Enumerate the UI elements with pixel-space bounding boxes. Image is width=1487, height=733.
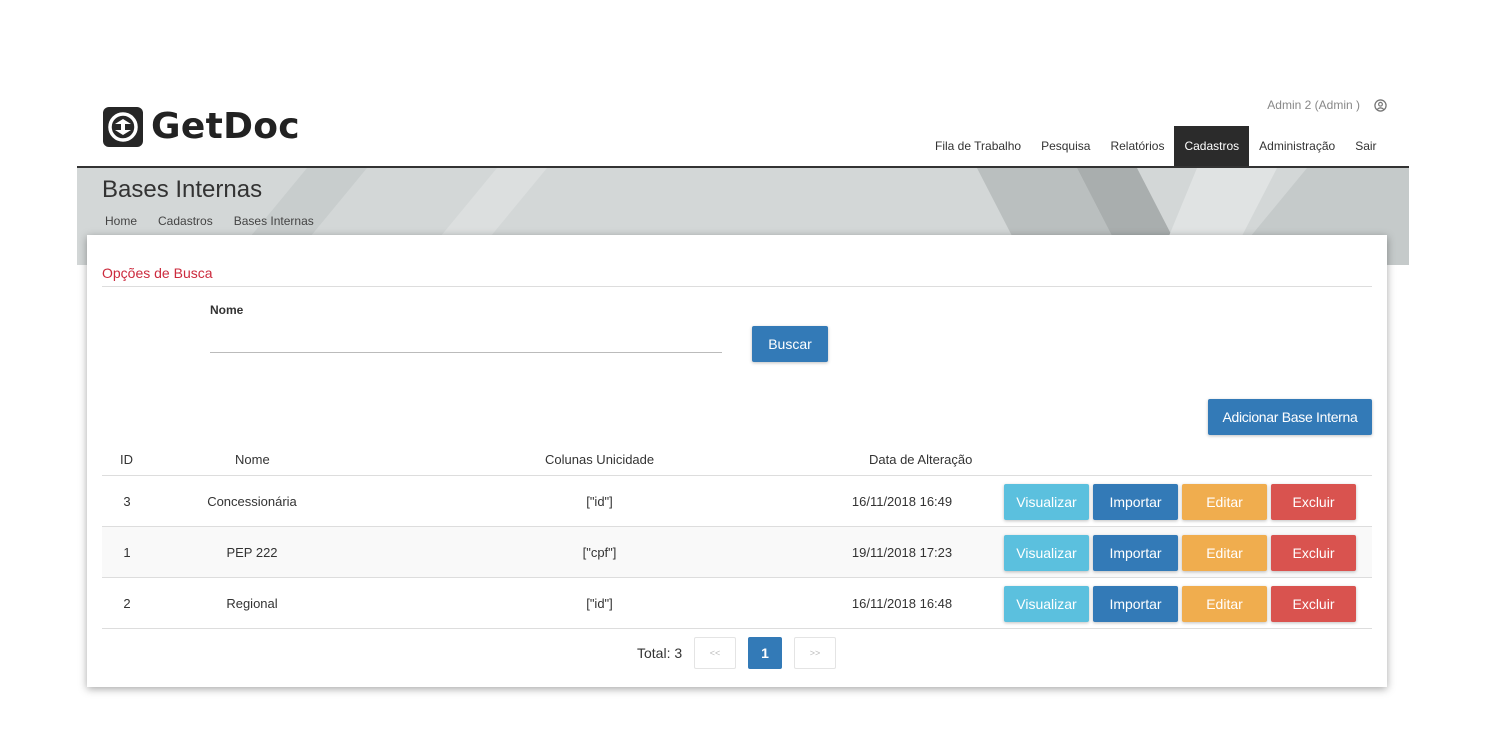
cell-data: 19/11/2018 17:23 (851, 545, 953, 560)
nome-search-input[interactable] (210, 327, 722, 353)
excluir-button[interactable]: Excluir (1271, 586, 1356, 622)
cell-colunas: ["cpf"] (582, 545, 617, 560)
cell-id: 1 (123, 545, 131, 560)
nome-field-label: Nome (210, 303, 244, 317)
excluir-button[interactable]: Excluir (1271, 535, 1356, 571)
header-data-alteracao: Data de Alteração (869, 452, 973, 467)
logo-text: GetDoc (151, 106, 300, 147)
section-divider (102, 286, 1372, 287)
breadcrumb-home[interactable]: Home (105, 214, 137, 228)
nav-item-cadastros[interactable]: Cadastros (1174, 126, 1250, 166)
nav-item-pesquisa[interactable]: Pesquisa (1031, 126, 1100, 166)
adicionar-base-interna-button[interactable]: Adicionar Base Interna (1208, 399, 1372, 435)
cell-colunas: ["id"] (586, 494, 613, 509)
total-count: Total: 3 (637, 645, 683, 661)
editar-button[interactable]: Editar (1182, 586, 1267, 622)
buscar-button[interactable]: Buscar (752, 326, 828, 362)
nav-item-sair[interactable]: Sair (1345, 126, 1386, 166)
editar-button[interactable]: Editar (1182, 484, 1267, 520)
editar-button[interactable]: Editar (1182, 535, 1267, 571)
visualizar-button[interactable]: Visualizar (1004, 586, 1089, 622)
table-header: ID Nome Colunas Unicidade Data de Altera… (102, 447, 1372, 476)
bases-table: ID Nome Colunas Unicidade Data de Altera… (102, 447, 1372, 629)
content-card: Opções de Busca Nome Buscar Adicionar Ba… (87, 235, 1387, 687)
pagination: Total: 3 << 1 >> (87, 636, 1387, 670)
breadcrumb-cadastros[interactable]: Cadastros (158, 214, 213, 228)
cell-nome: PEP 222 (226, 545, 278, 560)
logo-icon (103, 107, 143, 147)
logo[interactable]: GetDoc (103, 107, 300, 147)
user-circle-icon[interactable] (1374, 98, 1387, 112)
page-title: Bases Internas (102, 176, 263, 203)
header-colunas-unicidade: Colunas Unicidade (545, 452, 655, 467)
breadcrumb: Home Cadastros Bases Internas (105, 214, 335, 228)
cell-id: 2 (123, 596, 131, 611)
cell-nome: Concessionária (207, 494, 297, 509)
table-row: 1 PEP 222 ["cpf"] 19/11/2018 17:23 Visua… (102, 527, 1372, 578)
nav-item-relatorios[interactable]: Relatórios (1100, 126, 1174, 166)
main-nav: Fila de Trabalho Pesquisa Relatórios Cad… (925, 126, 1387, 166)
visualizar-button[interactable]: Visualizar (1004, 484, 1089, 520)
cell-id: 3 (123, 494, 131, 509)
importar-button[interactable]: Importar (1093, 535, 1178, 571)
table-row: 3 Concessionária ["id"] 16/11/2018 16:49… (102, 476, 1372, 527)
pagination-prev-button[interactable]: << (694, 637, 736, 669)
header-id: ID (120, 452, 133, 467)
breadcrumb-bases-internas[interactable]: Bases Internas (234, 214, 314, 228)
importar-button[interactable]: Importar (1093, 484, 1178, 520)
search-section-title: Opções de Busca (102, 265, 213, 281)
nav-item-administracao[interactable]: Administração (1249, 126, 1345, 166)
header-nome: Nome (235, 452, 270, 467)
nav-item-fila-de-trabalho[interactable]: Fila de Trabalho (925, 126, 1031, 166)
excluir-button[interactable]: Excluir (1271, 484, 1356, 520)
cell-colunas: ["id"] (586, 596, 613, 611)
importar-button[interactable]: Importar (1093, 586, 1178, 622)
table-row: 2 Regional ["id"] 16/11/2018 16:48 Visua… (102, 578, 1372, 629)
visualizar-button[interactable]: Visualizar (1004, 535, 1089, 571)
user-label: Admin 2 (Admin ) (1267, 98, 1360, 112)
pagination-page-1[interactable]: 1 (748, 637, 782, 669)
cell-data: 16/11/2018 16:49 (851, 494, 953, 509)
user-menu[interactable]: Admin 2 (Admin ) (1267, 98, 1387, 112)
pagination-next-button[interactable]: >> (794, 637, 836, 669)
cell-data: 16/11/2018 16:48 (851, 596, 953, 611)
cell-nome: Regional (226, 596, 278, 611)
